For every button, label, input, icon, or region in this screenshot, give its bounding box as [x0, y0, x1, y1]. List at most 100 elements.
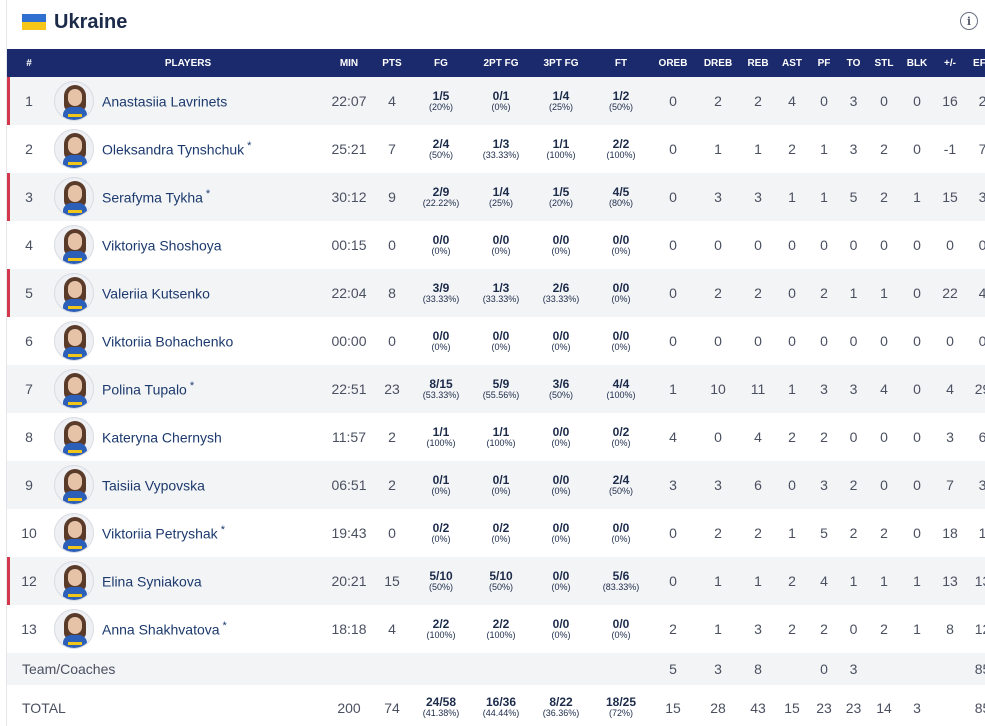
player-name[interactable]: Elina Syniakova: [102, 574, 202, 590]
fg-made: 5/10: [429, 568, 453, 583]
eff-cell: 85: [974, 699, 985, 716]
points-cell: 4: [388, 93, 396, 109]
player-name-link[interactable]: Serafyma Tykha *: [102, 188, 210, 206]
player-name[interactable]: Viktoriia Petryshak: [102, 526, 218, 542]
player-name[interactable]: Oleksandra Tynshchuk: [102, 142, 244, 158]
oreb-cell: 0: [669, 525, 677, 541]
fg3-made: 2/6: [552, 280, 570, 295]
pf-cell: 1: [820, 141, 828, 157]
player-name-link[interactable]: Valeriia Kutsenko: [102, 284, 213, 302]
column-header[interactable]: BLK: [900, 49, 934, 77]
player-name-link[interactable]: Kateryna Chernysh: [102, 428, 225, 446]
player-name[interactable]: Taisiia Vypovska: [102, 478, 205, 494]
player-name-link[interactable]: Anna Shakhvatova *: [102, 620, 227, 638]
ft-made: 0/0: [612, 328, 630, 343]
column-header[interactable]: TO: [839, 49, 868, 77]
fg2-cell: 0/0 (0%): [471, 317, 531, 365]
column-header[interactable]: EFF: [966, 49, 985, 77]
player-avatar: [54, 417, 94, 457]
fg2-cell: 5/9 (55.56%): [471, 365, 531, 413]
fg2-cell: 2/2 (100%): [471, 605, 531, 653]
column-header[interactable]: STL: [868, 49, 900, 77]
dreb-cell: 1: [714, 621, 722, 637]
player-name[interactable]: Kateryna Chernysh: [102, 430, 222, 446]
points-cell: 0: [388, 525, 396, 541]
to-cell: 2: [849, 525, 858, 541]
player-name-link[interactable]: Viktoriia Petryshak *: [102, 524, 225, 542]
player-name[interactable]: Anastasiia Lavrinets: [102, 94, 227, 110]
blk-cell: 0: [913, 477, 921, 493]
column-header[interactable]: REB: [741, 49, 775, 77]
jersey-number-text: 13: [21, 621, 37, 637]
player-name[interactable]: Valeriia Kutsenko: [102, 286, 210, 302]
fg-cell: 0/2 (0%): [411, 509, 471, 557]
fg3-made: 0/0: [552, 424, 570, 439]
oreb-cell: 15: [665, 699, 681, 716]
fg3-made: 0/0: [552, 232, 570, 247]
stl-cell: 0: [880, 333, 888, 349]
oreb-cell: 0: [669, 285, 677, 301]
player-name-link[interactable]: Viktoriya Shoshoya: [102, 236, 225, 254]
ft-made: 5/6: [612, 568, 630, 583]
column-header[interactable]: PTS: [373, 49, 411, 77]
to-cell: 2: [849, 477, 858, 493]
blk-cell: 0: [913, 141, 921, 157]
column-header[interactable]: 3PT FG: [531, 49, 591, 77]
starter-marker: [7, 77, 10, 125]
column-header[interactable]: PF: [809, 49, 839, 77]
jersey-number-text: 12: [21, 573, 37, 589]
eff-cell: 3: [978, 477, 985, 493]
dreb-cell: 10: [710, 381, 726, 397]
column-header[interactable]: #: [7, 49, 51, 77]
points-cell: 0: [388, 237, 396, 253]
column-header[interactable]: +/-: [934, 49, 966, 77]
player-cell: Anastasiia Lavrinets: [51, 77, 325, 125]
oreb-cell: 0: [669, 333, 677, 349]
player-avatar: [54, 225, 94, 265]
jersey-number: 13: [7, 605, 51, 653]
column-header[interactable]: OREB: [651, 49, 695, 77]
fg3-percent: (0%): [551, 581, 571, 592]
fg-made: 8/15: [429, 376, 453, 391]
column-header[interactable]: DREB: [695, 49, 741, 77]
blk-cell: 0: [913, 285, 921, 301]
fg3-percent: (20%): [548, 197, 573, 208]
fg2-percent: (0%): [491, 533, 511, 544]
ft-percent: (83.33%): [602, 581, 640, 592]
fg-cell: 0/0 (0%): [411, 221, 471, 269]
ft-made: 0/0: [612, 616, 630, 631]
column-header[interactable]: AST: [775, 49, 809, 77]
column-header[interactable]: 2PT FG: [471, 49, 531, 77]
player-name[interactable]: Serafyma Tykha: [102, 190, 203, 206]
fg-cell: 2/2 (100%): [411, 605, 471, 653]
player-name-link[interactable]: Elina Syniakova: [102, 572, 205, 590]
player-name-link[interactable]: Polina Tupalo *: [102, 380, 194, 398]
player-name-link[interactable]: Oleksandra Tynshchuk *: [102, 140, 251, 158]
stl-cell: 4: [880, 381, 888, 397]
ft-made: 4/4: [612, 376, 630, 391]
fg2-percent: (44.44%): [482, 708, 520, 719]
jersey-number-text: 4: [25, 237, 33, 253]
points-cell: 8: [388, 285, 396, 301]
column-header[interactable]: FG: [411, 49, 471, 77]
player-name-link[interactable]: Anastasiia Lavrinets: [102, 92, 230, 110]
ft-made: 0/0: [612, 520, 630, 535]
player-name-link[interactable]: Taisiia Vypovska: [102, 476, 208, 494]
reb-cell: 43: [750, 699, 766, 716]
player-name[interactable]: Polina Tupalo: [102, 382, 187, 398]
starter-marker: [7, 557, 10, 605]
column-header[interactable]: MIN: [325, 49, 373, 77]
player-name[interactable]: Anna Shakhvatova: [102, 622, 220, 638]
blk-cell: 0: [913, 93, 921, 109]
player-name-link[interactable]: Viktoriia Bohachenko: [102, 332, 236, 350]
blk-cell: 1: [913, 621, 921, 637]
info-circle-icon[interactable]: i: [960, 12, 978, 30]
pm-cell: [934, 685, 966, 726]
jersey-number-text: 7: [25, 381, 33, 397]
player-name[interactable]: Viktoriia Bohachenko: [102, 334, 233, 350]
player-name[interactable]: Viktoriya Shoshoya: [102, 238, 222, 254]
column-header[interactable]: FT: [591, 49, 651, 77]
column-header[interactable]: PLAYERS: [51, 49, 325, 77]
ft-cell: 4/5 (80%): [591, 173, 651, 221]
reb-cell: 3: [754, 189, 762, 205]
